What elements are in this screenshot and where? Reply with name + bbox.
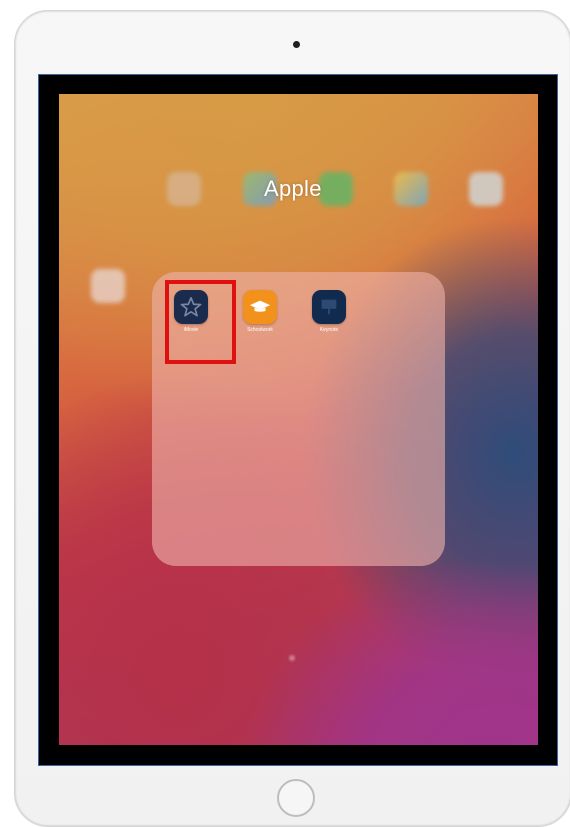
presentation-icon[interactable] (312, 290, 346, 324)
background-app-icon (167, 172, 201, 206)
keynote-app[interactable]: Keynote (307, 290, 351, 333)
background-messages-icon (319, 172, 353, 206)
page-indicator (289, 655, 295, 661)
folder-title: Apple (264, 176, 322, 201)
background-photos-icon (394, 172, 428, 206)
front-camera (293, 41, 300, 48)
app-label: Keynote (319, 327, 339, 333)
home-button[interactable] (277, 779, 315, 817)
highlight-box (165, 280, 236, 364)
schoolwork-app[interactable]: Schoolwork (238, 290, 282, 333)
graduation-cap-icon[interactable] (243, 290, 277, 324)
home-screen: Apple iMovie Schoolwork Keynote (59, 94, 538, 745)
app-label: Schoolwork (247, 327, 273, 333)
background-app-icon (469, 172, 503, 206)
background-app-icon (91, 269, 125, 303)
